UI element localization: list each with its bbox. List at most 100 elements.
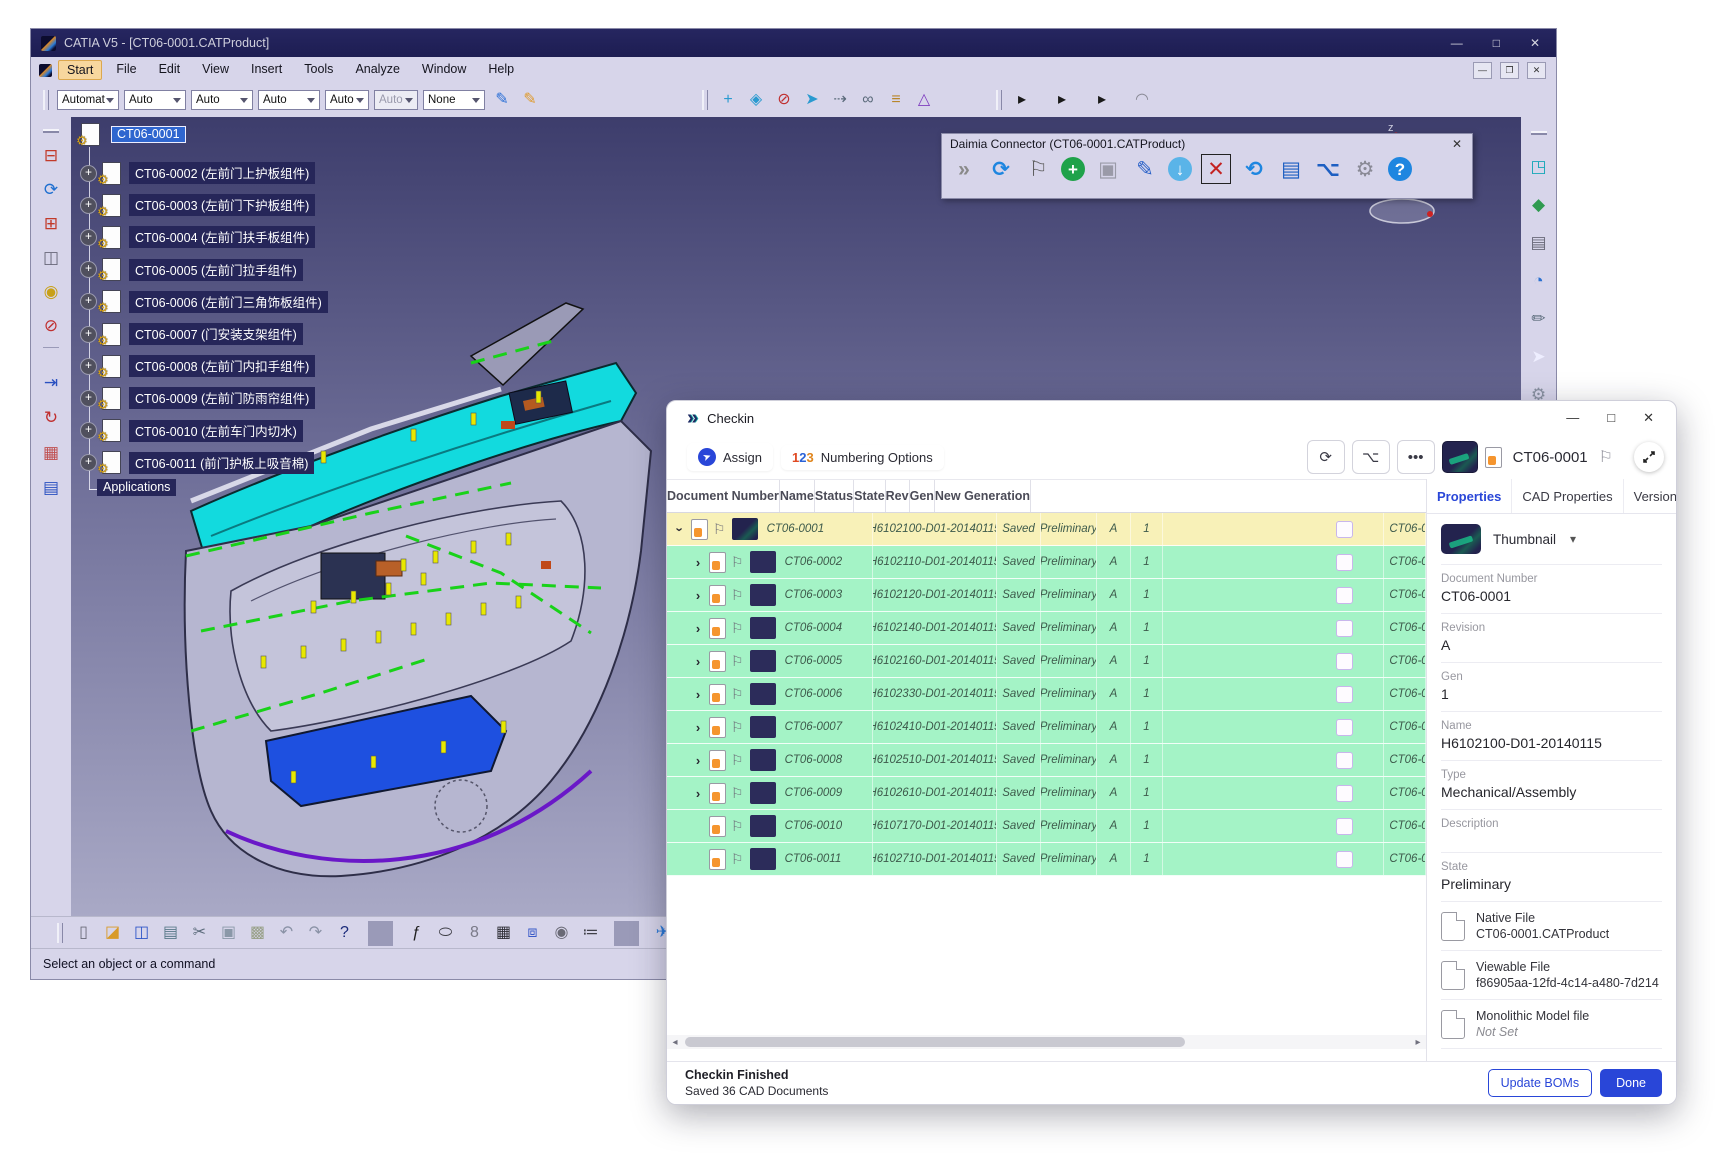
help-select-icon[interactable]: ? [332, 921, 357, 946]
tree-item[interactable]: + ⚙ CT06-0011 (前门护板上吸音棉) [80, 447, 328, 479]
play-icon-3[interactable]: ▸ [1090, 88, 1114, 112]
play-icon-1[interactable]: ▸ [1010, 88, 1034, 112]
menu-view[interactable]: View [194, 60, 237, 80]
flask-icon[interactable]: △ [912, 88, 936, 112]
new-generation-checkbox[interactable] [1336, 818, 1353, 835]
dialog-maximize-button[interactable]: □ [1607, 410, 1615, 426]
row-expand-chevron[interactable]: › [691, 720, 705, 735]
column-header[interactable]: Name [780, 480, 815, 512]
column-header[interactable]: Gen [910, 480, 935, 512]
print-icon[interactable]: ▤ [158, 921, 183, 946]
H6102140-D01-20140115[interactable]: › ⚐ CT06-0004 H6102140-D01-20140115 Save… [667, 612, 1426, 645]
expand-plus-icon[interactable]: + [80, 326, 97, 343]
menu-tools[interactable]: Tools [296, 60, 341, 80]
report-icon[interactable]: ▤ [37, 473, 65, 501]
tree-item[interactable]: + ⚙ CT06-0009 (左前门防雨帘组件) [80, 382, 328, 414]
open-subtree-icon[interactable]: ⇥ [37, 368, 65, 396]
done-button[interactable]: Done [1600, 1069, 1662, 1097]
rotate-view-icon[interactable]: ◈ [744, 88, 768, 112]
row-expand-chevron[interactable]: › [691, 753, 705, 768]
menu-analyze[interactable]: Analyze [347, 60, 407, 80]
H6102160-D01-20140115[interactable]: › ⚐ CT06-0005 H6102160-D01-20140115 Save… [667, 645, 1426, 678]
tree-structure-icon[interactable]: ⌥ [1314, 155, 1342, 183]
tree-item[interactable]: + ⚙ CT06-0007 (门安装支架组件) [80, 318, 328, 350]
refresh-icon[interactable]: ⟳ [987, 155, 1015, 183]
product-structure-icon[interactable]: ◳ [1525, 152, 1553, 180]
mdi-minimize-button[interactable]: — [1473, 62, 1492, 79]
new-generation-checkbox[interactable] [1336, 620, 1353, 637]
dialog-minimize-button[interactable]: — [1566, 410, 1579, 426]
H6102100-D01-20140115[interactable]: › ⚐ CT06-0001 H6102100-D01-20140115 Save… [667, 513, 1426, 546]
painter-icon[interactable]: ✎ [518, 88, 542, 112]
H6102610-D01-20140115[interactable]: › ⚐ CT06-0009 H6102610-D01-20140115 Save… [667, 777, 1426, 810]
daimia-close-icon[interactable]: ✕ [1448, 137, 1466, 151]
combo-auto-5[interactable]: Auto [374, 90, 418, 110]
toolbar-grip[interactable] [43, 90, 49, 110]
expand-plus-icon[interactable]: + [80, 229, 97, 246]
hierarchy-button[interactable]: ⌥ [1352, 440, 1390, 474]
save-icon[interactable]: ▣ [1094, 155, 1122, 183]
assign-button[interactable]: ➤ Assign [687, 443, 773, 471]
new-generation-checkbox[interactable] [1336, 785, 1353, 802]
spec-tree-icon[interactable]: ⊟ [37, 141, 65, 169]
tree-item[interactable]: + ⚙ CT06-0004 (左前门扶手板组件) [80, 221, 328, 253]
new-document-icon[interactable]: ▯ [71, 921, 96, 946]
H6107170-D01-20140115[interactable]: ⚐ CT06-0010 H6107170-D01-20140115 Saved … [667, 810, 1426, 843]
H6102110-D01-20140115[interactable]: › ⚐ CT06-0002 H6102110-D01-20140115 Save… [667, 546, 1426, 579]
horizontal-scrollbar[interactable]: ◂ ▸ [667, 1035, 1426, 1049]
expand-plus-icon[interactable]: + [80, 358, 97, 375]
new-generation-checkbox[interactable] [1336, 752, 1353, 769]
list-panel-icon[interactable]: ▤ [1277, 155, 1305, 183]
toolbar-grip[interactable] [702, 90, 708, 110]
maximize-button[interactable]: □ [1493, 36, 1500, 50]
delete-icon[interactable]: ✕ [1201, 154, 1231, 184]
combo-none[interactable]: None [423, 90, 485, 110]
paint-watch-icon[interactable]: ✎ [490, 88, 514, 112]
sync-icon[interactable]: ⟲ [1240, 155, 1268, 183]
download-icon[interactable]: ↓ [1168, 157, 1192, 181]
expand-plus-icon[interactable]: + [80, 197, 97, 214]
refresh-button[interactable]: ⟳ [1307, 440, 1345, 474]
update-tree-icon[interactable]: ⟳ [37, 175, 65, 203]
sketch-icon[interactable]: ✏ [1525, 304, 1553, 332]
mdi-close-button[interactable]: ✕ [1527, 62, 1546, 79]
knowledge-icon[interactable]: 8 [462, 921, 487, 946]
column-header[interactable]: Rev [886, 480, 910, 512]
tree-root-node[interactable]: ⚙ CT06-0001 [76, 123, 186, 146]
add-component-icon[interactable]: ⊞ [37, 209, 65, 237]
menu-start[interactable]: Start [58, 60, 102, 80]
combo-auto-1[interactable]: Auto [124, 90, 186, 110]
H6102410-D01-20140115[interactable]: › ⚐ CT06-0007 H6102410-D01-20140115 Save… [667, 711, 1426, 744]
catalog-icon[interactable]: ▤ [1525, 228, 1553, 256]
select-cursor-icon[interactable]: ➤ [1525, 342, 1553, 370]
fast-forward-icon[interactable]: » [950, 155, 978, 183]
tree-item[interactable]: + ⚙ CT06-0005 (左前门拉手组件) [80, 254, 328, 286]
menu-file[interactable]: File [108, 60, 144, 80]
graph-nodes-icon[interactable]: ⧈ [520, 921, 545, 946]
play-icon-2[interactable]: ▸ [1050, 88, 1074, 112]
row-expand-chevron[interactable]: › [691, 687, 705, 702]
H6102120-D01-20140115[interactable]: › ⚐ CT06-0003 H6102120-D01-20140115 Save… [667, 579, 1426, 612]
combo-auto-2[interactable]: Auto [191, 90, 253, 110]
tab-versions[interactable]: Versions [1624, 479, 1676, 513]
new-generation-checkbox[interactable] [1336, 587, 1353, 604]
row-expand-chevron[interactable]: › [691, 786, 705, 801]
numbering-options-button[interactable]: 123 Numbering Options [781, 445, 944, 470]
tree-applications-node[interactable]: Applications [97, 479, 176, 496]
cap-icon[interactable]: ◠ [1130, 88, 1154, 112]
H6102710-D01-20140115[interactable]: ⚐ CT06-0011 H6102710-D01-20140115 Saved … [667, 843, 1426, 876]
design-table-icon[interactable]: ▦ [491, 921, 516, 946]
scroll-right-icon[interactable]: ▸ [1410, 1037, 1426, 1048]
broken-links-icon[interactable]: ⊘ [37, 311, 65, 339]
row-expand-chevron[interactable]: › [673, 522, 688, 536]
combo-auto-3[interactable]: Auto [258, 90, 320, 110]
dashed-arrow-icon[interactable]: ⇢ [828, 88, 852, 112]
minimize-button[interactable]: — [1451, 36, 1463, 50]
menu-window[interactable]: Window [414, 60, 474, 80]
menu-insert[interactable]: Insert [243, 60, 290, 80]
new-generation-checkbox[interactable] [1336, 521, 1353, 538]
tree-root-label[interactable]: CT06-0001 [111, 126, 186, 143]
stack-icon[interactable]: ≡ [884, 88, 908, 112]
cut-icon[interactable]: ✂ [187, 921, 212, 946]
new-generation-checkbox[interactable] [1336, 554, 1353, 571]
